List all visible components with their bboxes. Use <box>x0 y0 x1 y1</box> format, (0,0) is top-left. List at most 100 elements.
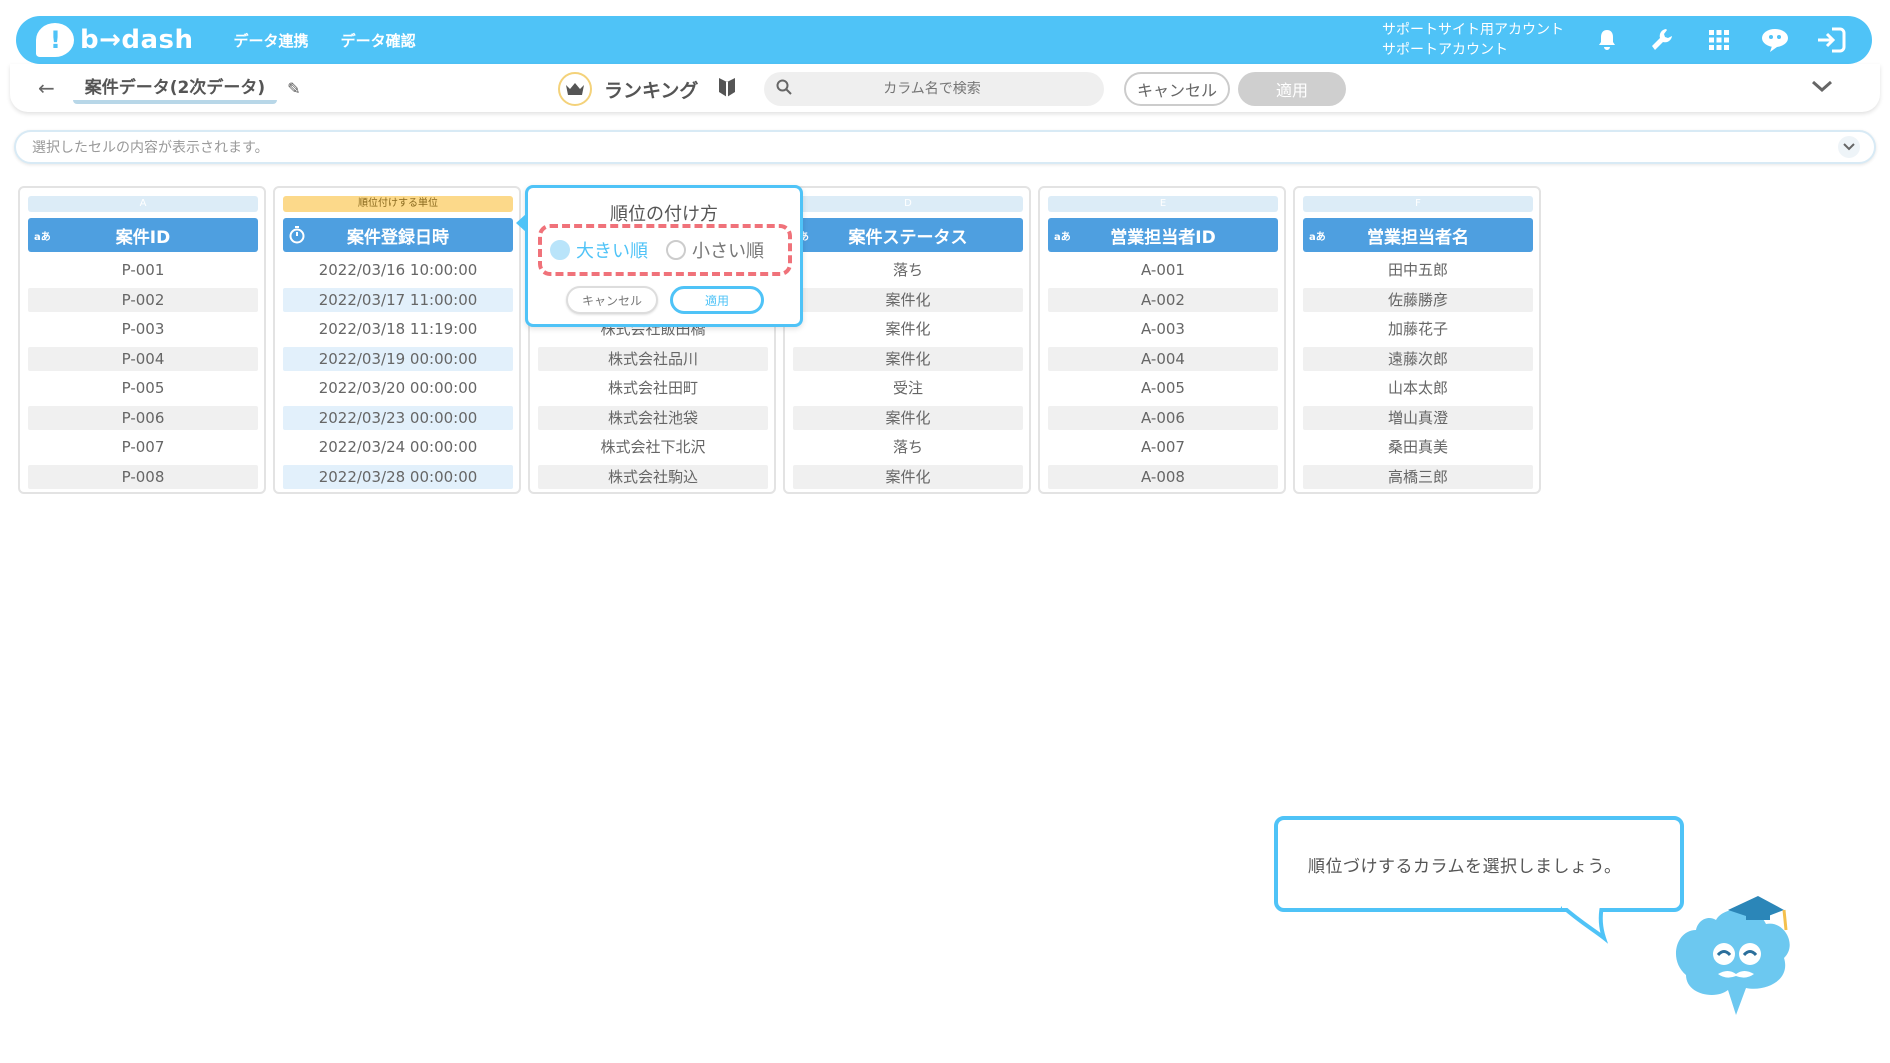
table-cell[interactable]: 受注 <box>793 376 1023 400</box>
table-cell[interactable]: 山本太郎 <box>1303 376 1533 400</box>
column-header[interactable]: aあ 営業担当者ID <box>1048 218 1278 252</box>
account-site-name: サポートサイト用アカウント <box>1382 22 1564 38</box>
table-cell[interactable]: P-001 <box>28 258 258 282</box>
expand-chevron-icon[interactable] <box>1838 136 1860 158</box>
table-cell[interactable]: 桑田真美 <box>1303 435 1533 459</box>
radio-descending-label: 大きい順 <box>576 241 648 262</box>
table-cell[interactable]: A-001 <box>1048 258 1278 282</box>
table-cell[interactable]: 2022/03/17 11:00:00 <box>283 287 513 312</box>
table-cell[interactable]: 2022/03/18 11:19:00 <box>283 317 513 341</box>
table-cell[interactable]: 2022/03/19 00:00:00 <box>283 346 513 371</box>
table-cell[interactable]: 2022/03/20 00:00:00 <box>283 376 513 400</box>
nav-data-check[interactable]: データ確認 <box>341 30 416 51</box>
wrench-icon[interactable] <box>1648 25 1678 55</box>
table-cell[interactable]: 2022/03/24 00:00:00 <box>283 435 513 459</box>
table-cell[interactable]: 案件化 <box>793 346 1023 371</box>
bell-icon[interactable] <box>1592 25 1622 55</box>
column-search <box>764 72 1104 106</box>
nav-data-integration[interactable]: データ連携 <box>234 30 309 51</box>
table-cell[interactable]: 増山真澄 <box>1303 405 1533 430</box>
table-cell[interactable]: 案件化 <box>793 287 1023 312</box>
rank-unit-label: 順位付けする単位 <box>283 196 513 212</box>
column-card-b[interactable]: 順位付けする単位 案件登録日時 2022/03/16 10:00:00 2022… <box>273 186 521 494</box>
column-card-d[interactable]: D あ 案件ステータス 落ち 案件化 案件化 案件化 受注 案件化 落ち 案件化 <box>783 186 1031 494</box>
apply-button[interactable]: 適用 <box>1238 72 1346 106</box>
table-cell[interactable]: 落ち <box>793 258 1023 282</box>
table-cell[interactable]: P-005 <box>28 376 258 400</box>
table-cell[interactable]: 案件化 <box>793 317 1023 341</box>
table-cell[interactable]: P-008 <box>28 464 258 489</box>
logout-icon[interactable] <box>1816 25 1846 55</box>
column-search-input[interactable] <box>802 81 1062 97</box>
table-cell[interactable]: 2022/03/28 00:00:00 <box>283 464 513 489</box>
column-header[interactable]: aあ 案件ID <box>28 218 258 252</box>
table-cell[interactable]: A-006 <box>1048 405 1278 430</box>
chevron-down-icon[interactable] <box>1810 78 1834 98</box>
table-cell[interactable]: 佐藤勝彦 <box>1303 287 1533 312</box>
popup-apply-button[interactable]: 適用 <box>670 286 764 314</box>
table-cell[interactable]: 株式会社池袋 <box>538 405 768 430</box>
column-name: 案件登録日時 <box>347 227 449 248</box>
table-cell[interactable]: 株式会社田町 <box>538 376 768 400</box>
edit-pencil-icon[interactable]: ✎ <box>287 79 300 98</box>
cancel-button[interactable]: キャンセル <box>1124 72 1230 106</box>
dataset-title[interactable]: 案件データ(2次データ) <box>72 73 278 104</box>
table-cell[interactable]: 株式会社下北沢 <box>538 435 768 459</box>
balloon-tail-icon <box>1560 904 1609 944</box>
column-header[interactable]: あ 案件ステータス <box>793 218 1023 252</box>
column-header[interactable]: 案件登録日時 <box>283 218 513 252</box>
column-name: 案件ステータス <box>848 227 968 248</box>
back-arrow-icon[interactable]: ← <box>38 76 55 100</box>
table-cell[interactable]: P-006 <box>28 405 258 430</box>
table-cell[interactable]: 株式会社駒込 <box>538 464 768 489</box>
table-cell[interactable]: 加藤花子 <box>1303 317 1533 341</box>
table-cell[interactable]: 案件化 <box>793 464 1023 489</box>
grid-icon[interactable] <box>1704 25 1734 55</box>
table-cell[interactable]: A-008 <box>1048 464 1278 489</box>
brain-icon[interactable] <box>1760 25 1790 55</box>
table-cell[interactable]: A-003 <box>1048 317 1278 341</box>
table-cell[interactable]: P-004 <box>28 346 258 371</box>
column-letter: A <box>28 196 258 212</box>
table-cell[interactable]: 田中五郎 <box>1303 258 1533 282</box>
beginner-mark-icon[interactable] <box>718 76 736 102</box>
table-cell[interactable]: A-005 <box>1048 376 1278 400</box>
ranking-function-group: ランキング <box>558 72 736 106</box>
table-cell[interactable]: P-003 <box>28 317 258 341</box>
table-cell[interactable]: 高橋三郎 <box>1303 464 1533 489</box>
app-logo[interactable]: b→dash <box>36 23 194 57</box>
table-cell[interactable]: P-007 <box>28 435 258 459</box>
column-card-f[interactable]: F aあ 営業担当者名 田中五郎 佐藤勝彦 加藤花子 遠藤次郎 山本太郎 増山真… <box>1293 186 1541 494</box>
table-cell[interactable]: A-004 <box>1048 346 1278 371</box>
function-label: ランキング <box>604 79 699 102</box>
table-cell[interactable]: 遠藤次郎 <box>1303 346 1533 371</box>
column-card-e[interactable]: E aあ 営業担当者ID A-001 A-002 A-003 A-004 A-0… <box>1038 186 1286 494</box>
cell-content-placeholder: 選択したセルの内容が表示されます。 <box>32 140 269 156</box>
table-cell[interactable]: A-002 <box>1048 287 1278 312</box>
popup-title: 順位の付け方 <box>610 204 718 225</box>
table-cell[interactable]: 2022/03/23 00:00:00 <box>283 405 513 430</box>
column-card-a[interactable]: A aあ 案件ID P-001 P-002 P-003 P-004 P-005 … <box>18 186 266 494</box>
column-letter: D <box>793 196 1023 212</box>
column-name: 案件ID <box>115 227 171 248</box>
table-cell[interactable]: 案件化 <box>793 405 1023 430</box>
radio-descending[interactable]: 大きい順 <box>550 237 648 263</box>
account-info[interactable]: サポートサイト用アカウント サポートアカウント <box>1382 20 1564 60</box>
column-letter: F <box>1303 196 1533 212</box>
radio-checked-icon <box>550 240 570 260</box>
cell-content-bar[interactable]: 選択したセルの内容が表示されます。 <box>14 130 1876 164</box>
radio-ascending[interactable]: 小さい順 <box>666 237 764 263</box>
popup-cancel-button[interactable]: キャンセル <box>566 286 658 314</box>
table-cell[interactable]: P-002 <box>28 287 258 312</box>
table-cell[interactable]: 2022/03/16 10:00:00 <box>283 258 513 282</box>
column-header[interactable]: aあ 営業担当者名 <box>1303 218 1533 252</box>
crown-icon <box>558 72 592 106</box>
ranking-order-popup: 順位の付け方 大きい順 小さい順 キャンセル 適用 <box>516 185 803 327</box>
table-cell[interactable]: 株式会社品川 <box>538 346 768 371</box>
column-letter: E <box>1048 196 1278 212</box>
data-toolbar: ← 案件データ(2次データ) ✎ ランキング キャンセル 適用 <box>10 64 1880 112</box>
table-cell[interactable]: A-007 <box>1048 435 1278 459</box>
order-options-highlight: 大きい順 小さい順 <box>538 224 792 276</box>
table-cell[interactable]: 落ち <box>793 435 1023 459</box>
guide-hint-balloon: 順位づけするカラムを選択しましょう。 <box>1274 816 1684 912</box>
